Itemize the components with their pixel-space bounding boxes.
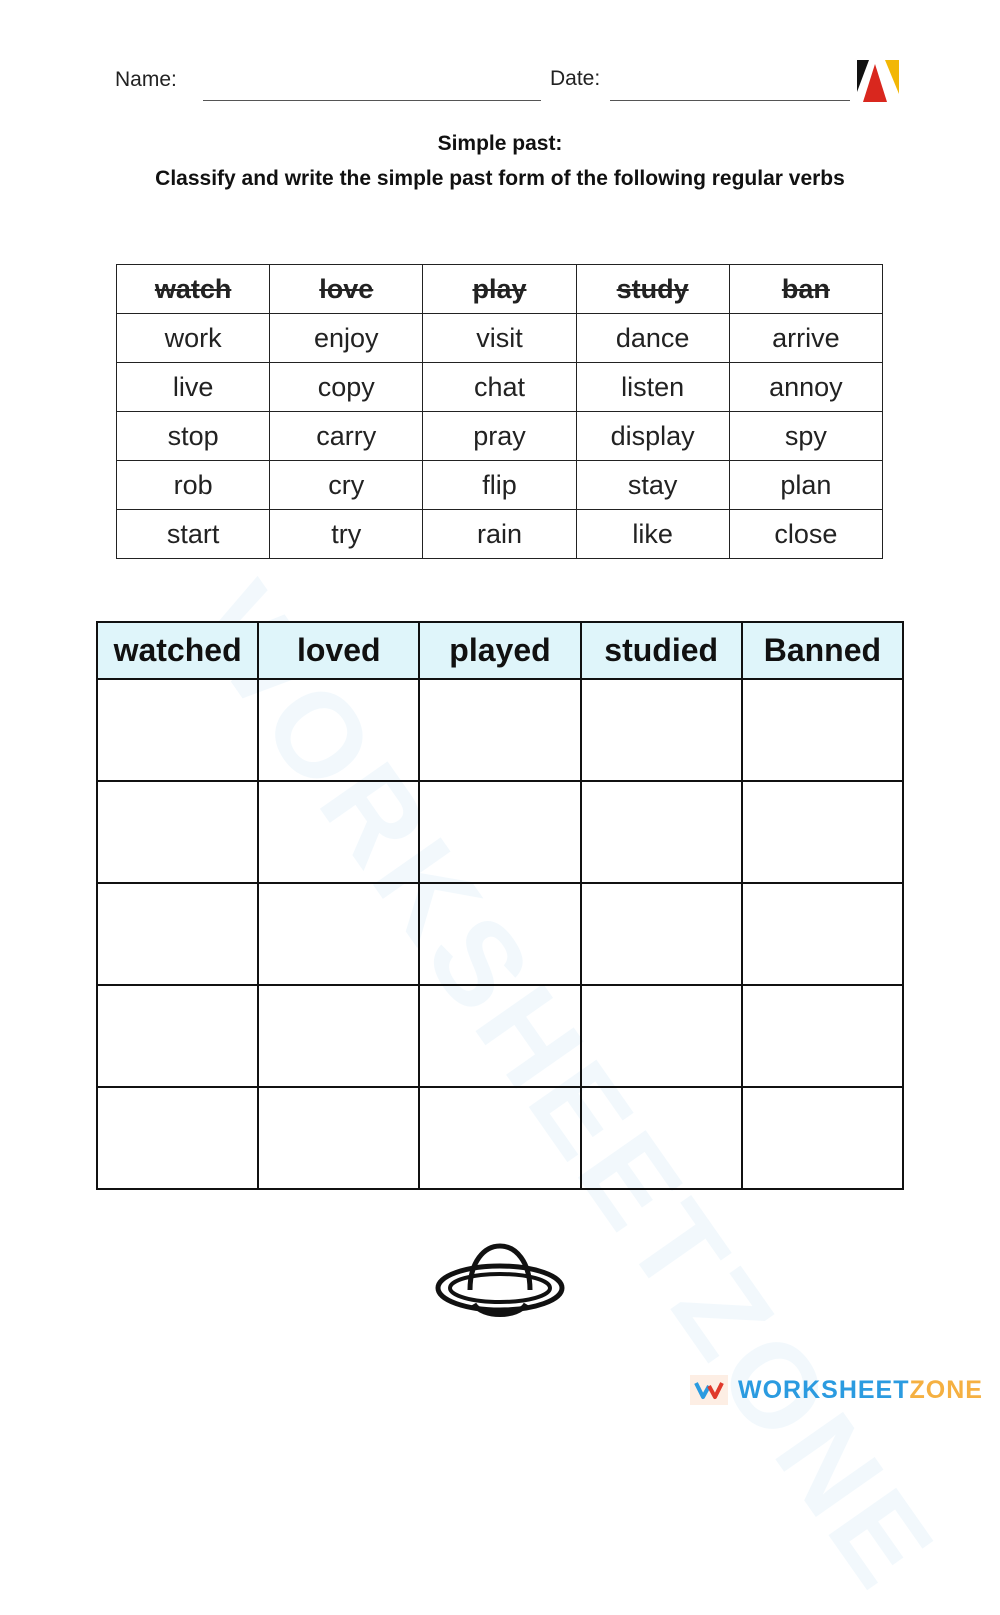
verb-cell: dance <box>575 313 730 363</box>
answer-cell[interactable] <box>740 780 905 884</box>
answer-cell[interactable] <box>740 1086 905 1190</box>
verb-cell: work <box>115 313 271 363</box>
planet-icon <box>435 1243 565 1317</box>
verb-cell: stay <box>575 460 730 510</box>
verb-bank-row: start try rain like close <box>115 509 884 559</box>
answer-cell[interactable] <box>740 678 905 782</box>
verb-bank-category: ban <box>728 264 884 314</box>
verb-cell: spy <box>728 411 884 461</box>
answer-cell[interactable] <box>579 984 743 1088</box>
answer-row <box>95 882 905 986</box>
answer-cell[interactable] <box>257 984 421 1088</box>
verb-bank-header-row: watch love play study ban <box>115 264 884 314</box>
answer-cell[interactable] <box>95 984 260 1088</box>
verb-bank-row: live copy chat listen annoy <box>115 362 884 412</box>
answer-row <box>95 780 905 884</box>
verb-cell: annoy <box>728 362 884 412</box>
answer-cell[interactable] <box>257 678 421 782</box>
answer-row <box>95 678 905 782</box>
name-field[interactable] <box>203 100 541 101</box>
answer-cell[interactable] <box>257 1086 421 1190</box>
answer-cell[interactable] <box>95 882 260 986</box>
answer-cell[interactable] <box>740 984 905 1088</box>
answer-column-header: watched <box>95 621 260 680</box>
answer-row <box>95 1086 905 1190</box>
answer-cell[interactable] <box>257 780 421 884</box>
verb-cell: like <box>575 509 730 559</box>
verb-cell: stop <box>115 411 271 461</box>
answer-column-header: loved <box>257 621 421 680</box>
answer-cell[interactable] <box>579 882 743 986</box>
answer-cell[interactable] <box>579 1086 743 1190</box>
verb-cell: flip <box>422 460 577 510</box>
answer-column-header: studied <box>579 621 743 680</box>
verb-cell: rob <box>115 460 271 510</box>
answer-column-header: Banned <box>740 621 905 680</box>
answer-cell[interactable] <box>418 678 582 782</box>
verb-bank-table: watch love play study ban work enjoy visit dance… <box>115 264 884 559</box>
answer-cell[interactable] <box>418 1086 582 1190</box>
answer-cell[interactable] <box>740 882 905 986</box>
verb-cell: pray <box>422 411 577 461</box>
verb-bank-category: love <box>269 264 424 314</box>
verb-cell: enjoy <box>269 313 424 363</box>
brand-triangle-logo-icon <box>857 60 899 102</box>
verb-bank-category: study <box>575 264 730 314</box>
verb-cell: visit <box>422 313 577 363</box>
answer-cell[interactable] <box>418 780 582 884</box>
brand-text-part1: WORKSHEET <box>738 1375 910 1404</box>
verb-cell: plan <box>728 460 884 510</box>
verb-cell: rain <box>422 509 577 559</box>
answer-cell[interactable] <box>95 780 260 884</box>
answer-cell[interactable] <box>257 882 421 986</box>
verb-cell: cry <box>269 460 424 510</box>
verb-cell: start <box>115 509 271 559</box>
answer-cell[interactable] <box>579 678 743 782</box>
answer-column-header: played <box>418 621 582 680</box>
worksheet-instructions: Classify and write the simple past form … <box>155 167 845 190</box>
verb-cell: carry <box>269 411 424 461</box>
verb-bank-category: play <box>422 264 577 314</box>
answer-cell[interactable] <box>95 1086 260 1190</box>
date-field[interactable] <box>610 100 850 101</box>
verb-cell: try <box>269 509 424 559</box>
date-label: Date: <box>550 67 601 90</box>
brand-text-part2: ZONE <box>909 1375 983 1404</box>
verb-bank-row: work enjoy visit dance arrive <box>115 313 884 363</box>
answer-cell[interactable] <box>95 678 260 782</box>
verb-cell: display <box>575 411 730 461</box>
answer-grid-header-row: watched loved played studied Banned <box>95 621 905 680</box>
answer-row <box>95 984 905 1088</box>
answer-cell[interactable] <box>418 984 582 1088</box>
verb-bank-category: watch <box>115 264 271 314</box>
verb-bank-row: stop carry pray display spy <box>115 411 884 461</box>
verb-cell: listen <box>575 362 730 412</box>
verb-cell: close <box>728 509 884 559</box>
name-label: Name: <box>115 68 177 91</box>
verb-cell: arrive <box>728 313 884 363</box>
verb-cell: chat <box>422 362 577 412</box>
footer-brand: WORKSHEETZONE <box>690 1375 983 1405</box>
verb-cell: copy <box>269 362 424 412</box>
answer-cell[interactable] <box>418 882 582 986</box>
worksheet-title: Simple past: <box>437 132 563 155</box>
answer-grid-table: watched loved played studied Banned <box>95 621 905 1190</box>
verb-cell: live <box>115 362 271 412</box>
answer-cell[interactable] <box>579 780 743 884</box>
verb-bank-row: rob cry flip stay plan <box>115 460 884 510</box>
brand-w-icon <box>690 1375 728 1405</box>
